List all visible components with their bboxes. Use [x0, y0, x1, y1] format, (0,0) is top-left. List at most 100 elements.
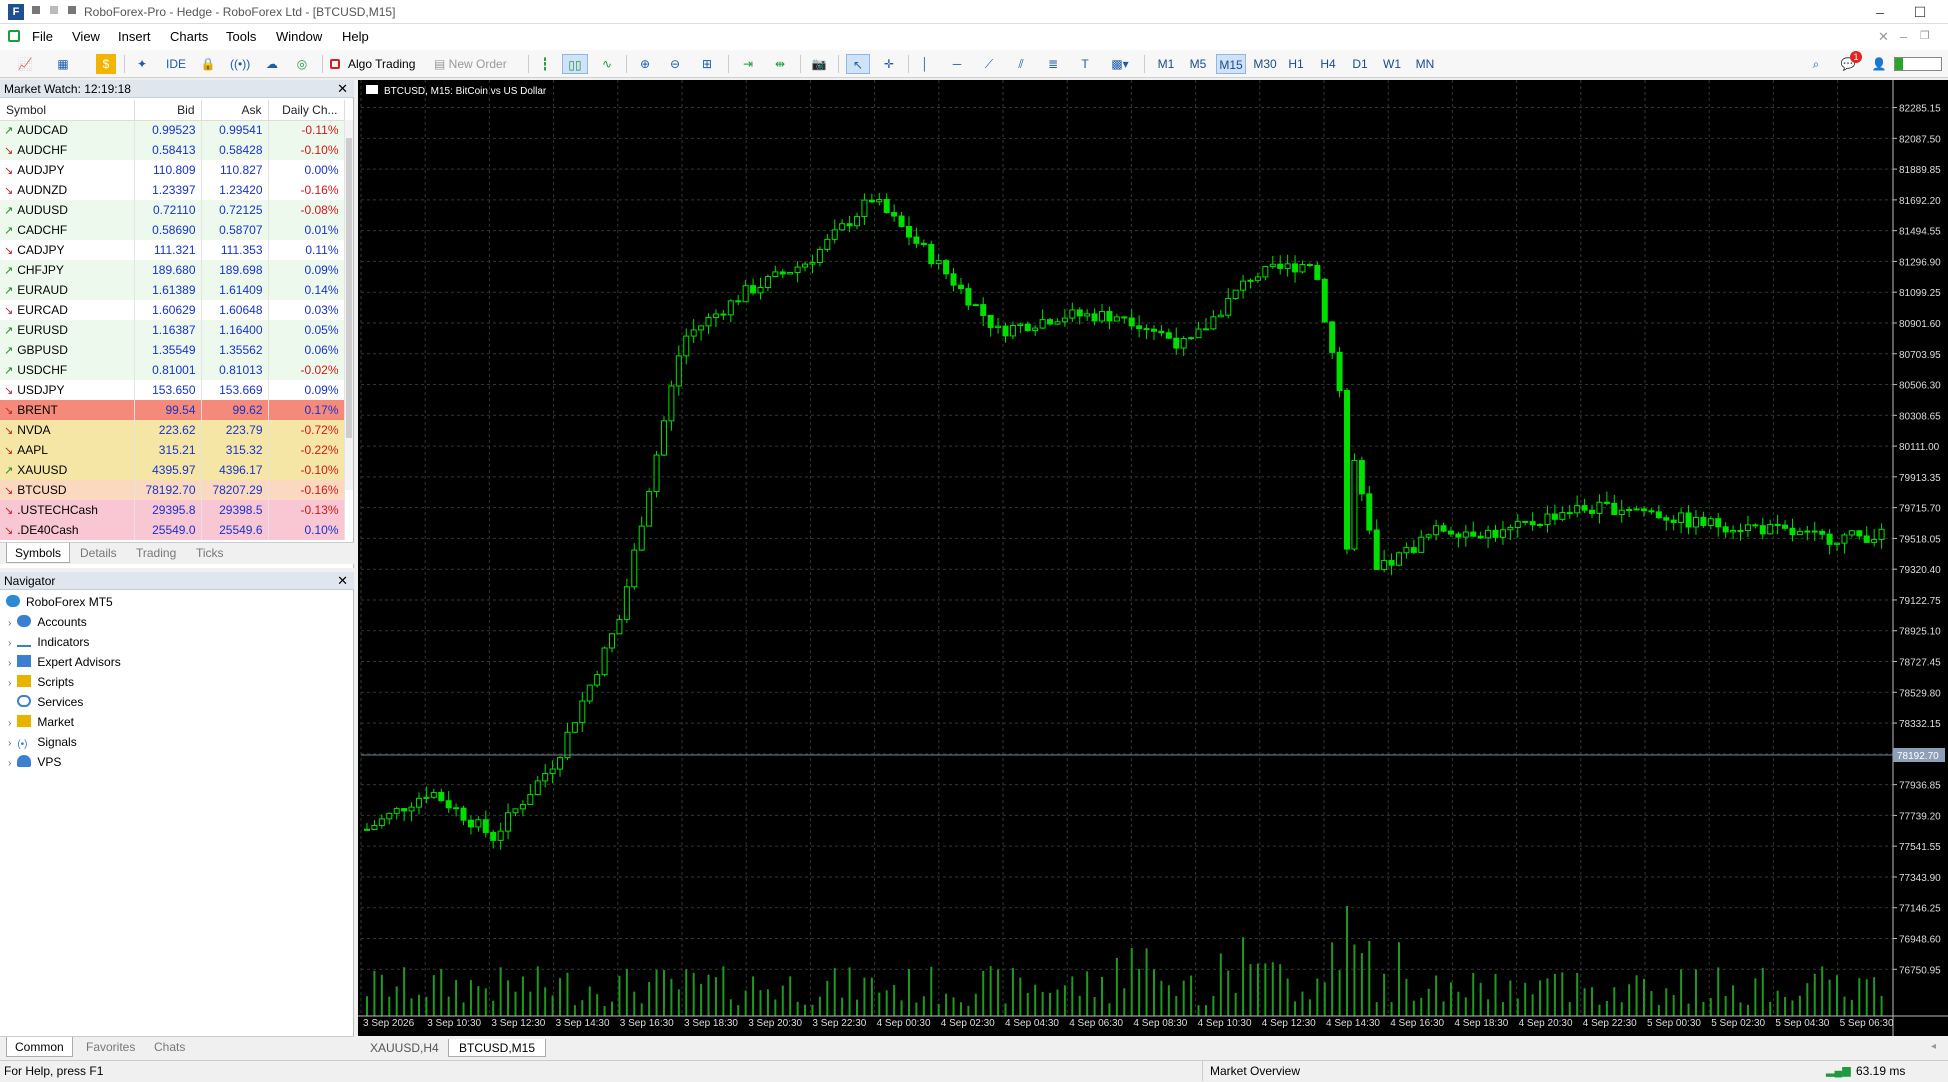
- account-icon[interactable]: 👤: [1870, 54, 1888, 74]
- bar-chart-icon[interactable]: ┇: [534, 54, 556, 74]
- new-order-button[interactable]: ▤ New Order: [434, 54, 520, 74]
- tab-common[interactable]: Common: [6, 1037, 73, 1057]
- status-market-overview[interactable]: Market Overview: [1210, 1064, 1300, 1078]
- table-row[interactable]: CADCHF0.586900.587070.01%: [0, 220, 345, 240]
- tf-mn[interactable]: MN: [1410, 54, 1440, 74]
- table-row[interactable]: USDJPY153.650153.6690.09%: [0, 380, 345, 400]
- table-row[interactable]: CHFJPY189.680189.6980.09%: [0, 260, 345, 280]
- tf-m15[interactable]: M15: [1216, 54, 1246, 74]
- profiles-icon[interactable]: ▦: [48, 54, 78, 74]
- table-row[interactable]: USDCHF0.810010.81013-0.02%: [0, 360, 345, 380]
- nav-vps[interactable]: › VPS: [8, 752, 61, 772]
- new-chart-icon[interactable]: 📈: [10, 54, 40, 74]
- col-daily-change[interactable]: Daily Ch...: [268, 100, 345, 121]
- lock-icon[interactable]: 🔒: [198, 54, 218, 74]
- table-row[interactable]: XAUUSD4395.974396.17-0.10%: [0, 460, 345, 480]
- tf-d1[interactable]: D1: [1346, 54, 1374, 74]
- mdi-close-icon[interactable]: ✕: [1878, 29, 1889, 45]
- tf-h1[interactable]: H1: [1282, 54, 1310, 74]
- signal-icon[interactable]: ((•)): [230, 54, 250, 74]
- mdi-minimize-icon[interactable]: –: [1900, 29, 1907, 44]
- menu-window[interactable]: Window: [276, 29, 322, 44]
- cursor-icon[interactable]: ↖: [846, 54, 870, 74]
- table-row[interactable]: BTCUSD78192.7078207.29-0.16%: [0, 480, 345, 500]
- table-row[interactable]: CADJPY111.321111.3530.11%: [0, 240, 345, 260]
- close-icon[interactable]: ✕: [337, 572, 348, 590]
- tab-btcusd-m15[interactable]: BTCUSD,M15: [448, 1039, 547, 1057]
- window-menu-icon-3[interactable]: [68, 6, 76, 14]
- zoom-out-icon[interactable]: ⊖: [664, 54, 686, 74]
- algo-trading-button[interactable]: Algo Trading: [330, 54, 432, 74]
- maximize-icon[interactable]: ☐: [1900, 2, 1940, 22]
- market-watch-scrollbar[interactable]: [345, 120, 353, 490]
- text-icon[interactable]: T: [1074, 54, 1096, 74]
- menu-insert[interactable]: Insert: [118, 29, 151, 44]
- menu-charts[interactable]: Charts: [170, 29, 208, 44]
- window-menu-icon-2[interactable]: [50, 6, 58, 14]
- table-row[interactable]: AUDNZD1.233971.23420-0.16%: [0, 180, 345, 200]
- tf-h4[interactable]: H4: [1314, 54, 1342, 74]
- tab-xauusd-h4[interactable]: XAUUSD,H4: [360, 1039, 449, 1057]
- vps-icon[interactable]: ◎: [292, 54, 312, 74]
- tab-symbols[interactable]: Symbols: [6, 543, 71, 563]
- menu-tools[interactable]: Tools: [226, 29, 256, 44]
- cloud-icon[interactable]: ☁: [262, 54, 282, 74]
- col-ask[interactable]: Ask: [201, 100, 269, 121]
- fibonacci-icon[interactable]: ≣: [1042, 54, 1064, 74]
- candlestick-icon[interactable]: ▯▯: [562, 54, 588, 74]
- nav-expert-advisors[interactable]: › Expert Advisors: [8, 652, 121, 672]
- table-row[interactable]: AUDJPY110.809110.8270.00%: [0, 160, 345, 180]
- zoom-in-icon[interactable]: ⊕: [634, 54, 656, 74]
- price-chart[interactable]: 82285.15 82087.50 81889.85 81692.20 81494.55…: [358, 80, 1948, 1036]
- tf-w1[interactable]: W1: [1378, 54, 1406, 74]
- tab-chats[interactable]: Chats: [146, 1037, 193, 1057]
- close-icon[interactable]: ✕: [337, 80, 348, 98]
- tf-m1[interactable]: M1: [1152, 54, 1180, 74]
- line-chart-icon[interactable]: ∿: [596, 54, 618, 74]
- col-symbol[interactable]: Symbol: [0, 100, 135, 121]
- screenshot-icon[interactable]: 📷: [808, 54, 830, 74]
- table-row[interactable]: EURUSD1.163871.164000.05%: [0, 320, 345, 340]
- table-row[interactable]: AUDCHF0.584130.58428-0.10%: [0, 140, 345, 160]
- vertical-line-icon[interactable]: │: [914, 54, 936, 74]
- nav-signals[interactable]: › (•) Signals: [8, 732, 77, 752]
- chart-window[interactable]: 82285.15 82087.50 81889.85 81692.20 81494.55…: [358, 80, 1948, 1036]
- table-row[interactable]: AUDUSD0.721100.72125-0.08%: [0, 200, 345, 220]
- grid-icon[interactable]: ⊞: [696, 54, 718, 74]
- nav-market[interactable]: › Market: [8, 712, 74, 732]
- crosshair-icon[interactable]: ✛: [878, 54, 900, 74]
- menu-help[interactable]: Help: [342, 29, 369, 44]
- nav-accounts[interactable]: › Accounts: [8, 612, 87, 632]
- strategy-icon[interactable]: ✦: [132, 54, 152, 74]
- tab-trading[interactable]: Trading: [128, 543, 184, 563]
- table-row[interactable]: EURCAD1.606291.606480.03%: [0, 300, 345, 320]
- mdi-restore-icon[interactable]: ❐: [1920, 29, 1930, 42]
- tab-favorites[interactable]: Favorites: [78, 1037, 143, 1057]
- minimize-icon[interactable]: –: [1860, 2, 1900, 22]
- navigator-root[interactable]: RoboForex MT5: [6, 592, 113, 612]
- nav-scripts[interactable]: › Scripts: [8, 672, 74, 692]
- menu-file[interactable]: File: [32, 29, 53, 44]
- table-row[interactable]: AUDCAD0.995230.99541-0.11%: [0, 120, 345, 140]
- trendline-icon[interactable]: ⟋: [978, 54, 1000, 74]
- tab-details[interactable]: Details: [72, 543, 125, 563]
- tab-scroll-left-icon[interactable]: ◂: [1931, 1041, 1936, 1052]
- autoscroll-icon[interactable]: ⇥: [736, 54, 760, 74]
- channel-icon[interactable]: ⫽: [1010, 54, 1032, 74]
- nav-services[interactable]: ›Services: [8, 692, 83, 712]
- notifications-icon[interactable]: 💬 1: [1836, 51, 1862, 74]
- tab-ticks[interactable]: Ticks: [188, 543, 232, 563]
- col-bid[interactable]: Bid: [134, 100, 202, 121]
- horizontal-line-icon[interactable]: ─: [946, 54, 968, 74]
- table-row[interactable]: GBPUSD1.355491.355620.06%: [0, 340, 345, 360]
- market-icon[interactable]: $: [96, 54, 116, 74]
- tf-m30[interactable]: M30: [1250, 54, 1280, 74]
- nav-indicators[interactable]: › Indicators: [8, 632, 89, 652]
- chart-shift-icon[interactable]: ⇹: [768, 54, 792, 74]
- window-menu-icon[interactable]: [32, 6, 40, 14]
- tf-m5[interactable]: M5: [1184, 54, 1212, 74]
- table-row[interactable]: .DE40Cash25549.025549.60.10%: [0, 520, 345, 540]
- menu-view[interactable]: View: [72, 29, 100, 44]
- shapes-icon[interactable]: ▩▾: [1104, 54, 1136, 74]
- table-row[interactable]: NVDA223.62223.79-0.72%: [0, 420, 345, 440]
